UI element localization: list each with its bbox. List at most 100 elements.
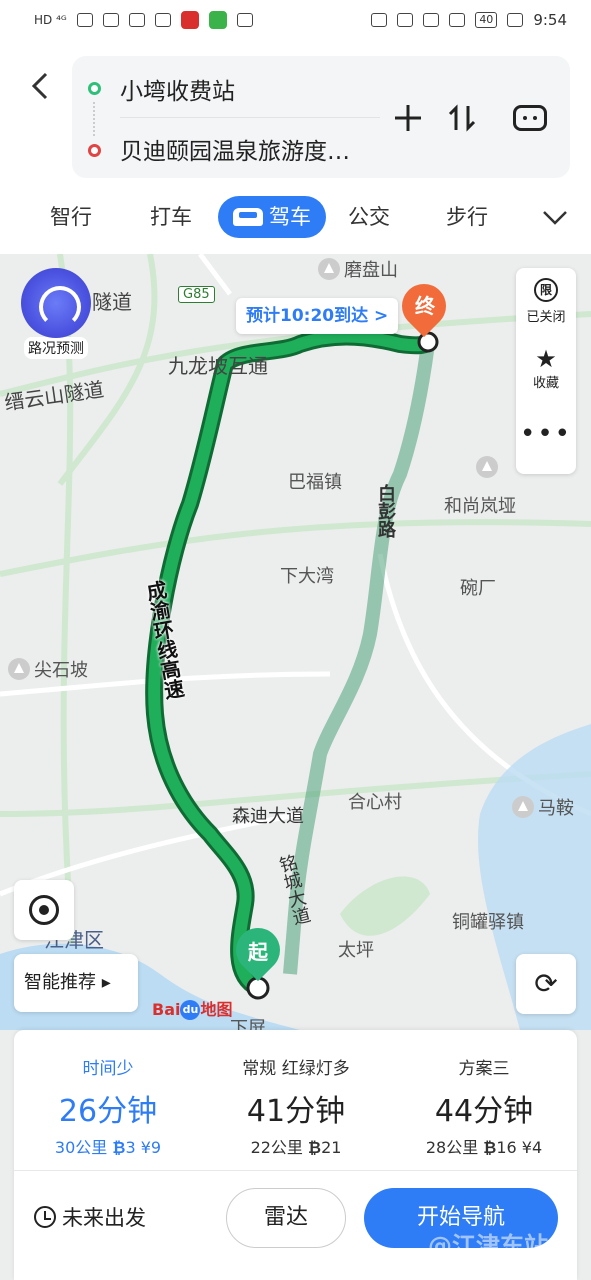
network-indicator: HD ⁴ᴳ <box>34 13 67 27</box>
map-label-xiapin: 下屏 <box>230 1018 266 1030</box>
more-options-button[interactable] <box>512 100 548 136</box>
route-connector <box>93 102 95 136</box>
poi-jianshipo[interactable]: 尖石坡 <box>8 656 88 682</box>
map-label-tongguan: 铜罐驿镇 <box>452 912 524 933</box>
add-waypoint-button[interactable] <box>390 100 426 136</box>
plan-tag: 方案三 <box>458 1059 510 1079</box>
map-side-panel: 限 已关闭 ★ 收藏 ••• <box>516 268 576 474</box>
plan-tag: 时间少 <box>82 1059 134 1079</box>
map-label-jiulongpo: 九龙坡互通 <box>168 354 268 378</box>
field-divider <box>120 117 380 118</box>
restriction-label: 已关闭 <box>526 310 566 325</box>
end-dot-icon <box>88 144 101 157</box>
baidu-paw-icon: du <box>180 1000 201 1020</box>
clock-time: 9:54 <box>533 11 567 29</box>
origin-field[interactable]: 小塆收费站 <box>120 72 235 106</box>
chevron-left-icon <box>31 72 48 100</box>
plans-divider <box>14 1170 577 1171</box>
baidu-map-logo: Bai du 地图 <box>152 996 233 1020</box>
status-right: 40 9:54 <box>371 11 567 29</box>
watermark: @江津东站 <box>428 1232 548 1260</box>
leaf-icon <box>507 13 524 27</box>
wifi-icon <box>102 13 119 27</box>
map-label-taiping: 太坪 <box>338 940 374 961</box>
highway-shield-g85: G85 <box>178 286 215 303</box>
poi-jianshipo-label: 尖石坡 <box>34 660 88 681</box>
plan-duration: 26分钟 <box>58 1094 158 1129</box>
back-button[interactable] <box>26 68 56 104</box>
route-input-card: 小塆收费站 贝迪颐园温泉旅游度… <box>72 56 570 178</box>
traffic-light-icon: ₿ <box>483 1138 497 1157</box>
mic-app-icon <box>180 11 199 29</box>
plan-fee: ¥4 <box>521 1138 543 1157</box>
traffic-light-icon: ₿ <box>308 1138 322 1157</box>
search-icon <box>154 13 171 27</box>
favorite-button[interactable]: ★ 收藏 <box>516 336 576 404</box>
poi-maan[interactable]: 马鞍 <box>512 794 574 820</box>
poi-mopan[interactable]: 磨盘山 <box>318 256 398 282</box>
locate-button[interactable] <box>14 880 74 940</box>
status-bar: HD ⁴ᴳ 40 9:54 <box>0 0 591 40</box>
future-depart-button[interactable]: 未来出发 <box>34 1202 146 1232</box>
traffic-forecast-button[interactable]: 路况预测 <box>18 268 94 360</box>
speedometer-icon <box>21 268 91 338</box>
future-depart-label: 未来出发 <box>62 1206 146 1230</box>
plan-lights: 21 <box>321 1138 342 1157</box>
map-label-suidao: 隧道 <box>92 290 132 314</box>
plan-meta: 28公里 ₿16 ¥4 <box>390 1134 578 1157</box>
route-plan-2[interactable]: 常规 红绿灯多 41分钟 22公里 ₿21 <box>202 1030 390 1170</box>
status-left: HD ⁴ᴳ <box>34 11 253 29</box>
plan-meta: 30公里 ₿3 ¥9 <box>14 1134 202 1157</box>
swap-route-button[interactable] <box>444 100 480 136</box>
plan-fee: ¥9 <box>140 1138 162 1157</box>
start-dot-icon <box>88 82 101 95</box>
baidu-logo-map: 地图 <box>200 1000 233 1019</box>
more-tools-button[interactable]: ••• <box>516 404 576 472</box>
refresh-route-button[interactable]: ⟳ <box>516 954 576 1014</box>
expand-modes-button[interactable] <box>540 202 570 232</box>
radar-button[interactable]: 雷达 <box>226 1188 346 1248</box>
eta-tooltip[interactable]: 预计10:20到达 > <box>236 298 399 334</box>
plan-lights: 3 <box>125 1138 136 1157</box>
restriction-icon: 限 <box>534 278 558 302</box>
plan-distance: 28公里 <box>425 1138 479 1157</box>
poi-icon <box>318 258 340 280</box>
tab-smart[interactable]: 智行 <box>50 196 92 238</box>
plan-meta: 22公里 ₿21 <box>202 1134 390 1157</box>
destination-field[interactable]: 贝迪颐园温泉旅游度… <box>120 132 350 166</box>
poi-icon <box>8 658 30 680</box>
tab-transit[interactable]: 公交 <box>348 196 390 238</box>
more-icon <box>513 105 547 131</box>
plus-icon <box>395 105 421 131</box>
map-label-hexin: 合心村 <box>348 792 402 813</box>
car-icon <box>233 208 263 226</box>
end-marker-label: 终 <box>415 294 435 318</box>
poi-icon <box>476 456 498 478</box>
gamepad-icon <box>236 13 253 27</box>
tab-drive-label: 驾车 <box>269 205 311 229</box>
tab-walk[interactable]: 步行 <box>446 196 488 238</box>
star-icon: ★ <box>535 345 557 373</box>
restriction-toggle[interactable]: 限 已关闭 <box>516 268 576 336</box>
plan-duration: 44分钟 <box>434 1094 534 1129</box>
map-label-heshang: 和尚岚垭 <box>444 496 516 517</box>
plan-lights: 16 <box>496 1138 517 1157</box>
map-label-wanchang: 碗厂 <box>460 578 496 599</box>
start-marker-label: 起 <box>248 940 268 964</box>
route-plan-1[interactable]: 时间少 26分钟 30公里 ₿3 ¥9 <box>14 1030 202 1170</box>
clock-icon <box>34 1206 56 1228</box>
alarm-icon <box>397 13 414 27</box>
tab-taxi[interactable]: 打车 <box>150 196 192 238</box>
hourglass-icon <box>128 13 145 27</box>
route-map[interactable]: 路况预测 隧道 G85 磨盘山 九龙坡互通 缙云山隧道 巴福镇 和尚岚垭 白彭路… <box>0 254 591 1030</box>
wechat-app-icon <box>208 11 227 29</box>
smart-recommend-button[interactable]: 智能推荐 ▸ <box>14 954 138 1012</box>
tab-drive[interactable]: 驾车 <box>218 196 326 238</box>
swap-icon <box>448 104 476 132</box>
refresh-icon: ⟳ <box>534 967 558 1000</box>
signal-icon <box>76 13 93 27</box>
plans-card: 时间少 26分钟 30公里 ₿3 ¥9 常规 红绿灯多 41分钟 22公里 ₿2… <box>14 1030 577 1280</box>
battery-indicator: 40 <box>475 12 498 28</box>
route-plan-3[interactable]: 方案三 44分钟 28公里 ₿16 ¥4 <box>390 1030 578 1170</box>
poi-heshang[interactable] <box>476 456 502 479</box>
